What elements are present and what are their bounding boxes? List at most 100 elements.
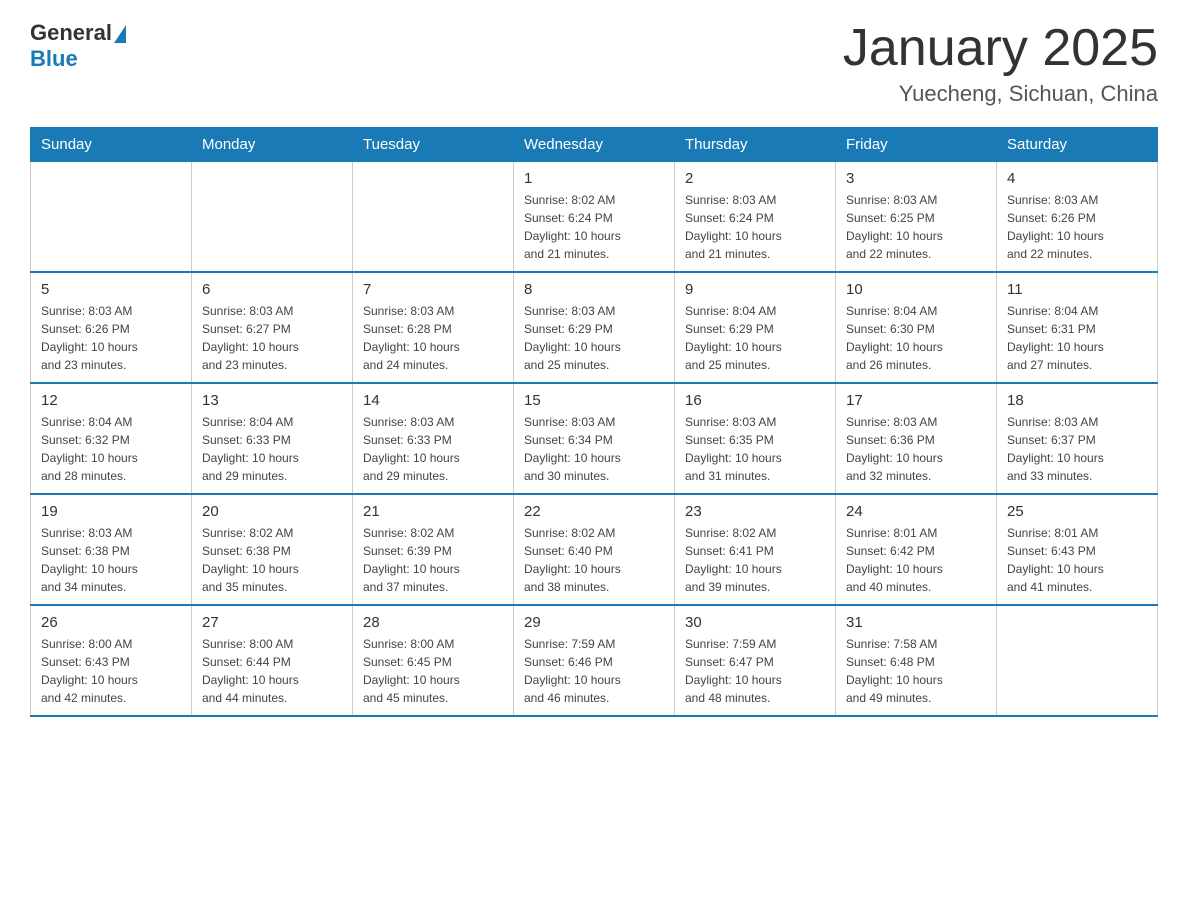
calendar-cell: 2 Sunrise: 8:03 AM Sunset: 6:24 PM Daylig…: [675, 162, 836, 273]
calendar-cell: 1 Sunrise: 8:02 AM Sunset: 6:24 PM Daylig…: [514, 162, 675, 273]
day-number: 29: [524, 614, 664, 631]
calendar-cell: 13Sunrise: 8:04 AM Sunset: 6:33 PM Dayli…: [192, 383, 353, 494]
day-info: Sunrise: 8:03 AM Sunset: 6:38 PM Dayligh…: [41, 524, 181, 596]
weekday-header-wednesday: Wednesday: [514, 128, 675, 162]
day-info: Sunrise: 8:03 AM Sunset: 6:28 PM Dayligh…: [363, 302, 503, 374]
calendar-cell: [192, 162, 353, 273]
calendar-cell: 16 Sunrise: 8:03 AM Sunset: 6:35 PM Dayli…: [675, 383, 836, 494]
day-info: Sunrise: 8:01 AM Sunset: 6:43 PM Dayligh…: [1007, 524, 1147, 596]
calendar-cell: 15 Sunrise: 8:03 AM Sunset: 6:34 PM Dayli…: [514, 383, 675, 494]
day-info: Sunrise: 8:02 AM Sunset: 6:41 PM Dayligh…: [685, 524, 825, 596]
day-info: Sunrise: 8:02 AM Sunset: 6:38 PM Dayligh…: [202, 524, 342, 596]
day-number: 5: [41, 281, 181, 298]
day-number: 28: [363, 614, 503, 631]
day-info: Sunrise: 8:00 AM Sunset: 6:43 PM Dayligh…: [41, 635, 181, 707]
day-number: 8: [524, 281, 664, 298]
calendar-cell: 12 Sunrise: 8:04 AM Sunset: 6:32 PM Dayli…: [31, 383, 192, 494]
weekday-header-saturday: Saturday: [997, 128, 1158, 162]
calendar-cell: 30Sunrise: 7:59 AM Sunset: 6:47 PM Dayli…: [675, 605, 836, 716]
day-info: Sunrise: 8:03 AM Sunset: 6:33 PM Dayligh…: [363, 413, 503, 485]
day-number: 22: [524, 503, 664, 520]
calendar-cell: 17 Sunrise: 8:03 AM Sunset: 6:36 PM Dayli…: [836, 383, 997, 494]
calendar-cell: 18Sunrise: 8:03 AM Sunset: 6:37 PM Dayli…: [997, 383, 1158, 494]
day-number: 24: [846, 503, 986, 520]
calendar-cell: 31 Sunrise: 7:58 AM Sunset: 6:48 PM Dayli…: [836, 605, 997, 716]
day-number: 14: [363, 392, 503, 409]
calendar-cell: [997, 605, 1158, 716]
day-info: Sunrise: 7:59 AM Sunset: 6:47 PM Dayligh…: [685, 635, 825, 707]
calendar-cell: 4Sunrise: 8:03 AM Sunset: 6:26 PM Daylig…: [997, 162, 1158, 273]
calendar-title: January 2025: [843, 20, 1158, 77]
calendar-table: SundayMondayTuesdayWednesdayThursdayFrid…: [30, 127, 1158, 717]
day-number: 10: [846, 281, 986, 298]
day-info: Sunrise: 8:03 AM Sunset: 6:29 PM Dayligh…: [524, 302, 664, 374]
calendar-cell: 21Sunrise: 8:02 AM Sunset: 6:39 PM Dayli…: [353, 494, 514, 605]
day-number: 18: [1007, 392, 1147, 409]
calendar-cell: 24 Sunrise: 8:01 AM Sunset: 6:42 PM Dayli…: [836, 494, 997, 605]
day-info: Sunrise: 8:04 AM Sunset: 6:32 PM Dayligh…: [41, 413, 181, 485]
calendar-week-row: 26Sunrise: 8:00 AM Sunset: 6:43 PM Dayli…: [31, 605, 1158, 716]
day-number: 7: [363, 281, 503, 298]
day-info: Sunrise: 7:59 AM Sunset: 6:46 PM Dayligh…: [524, 635, 664, 707]
calendar-cell: 3 Sunrise: 8:03 AM Sunset: 6:25 PM Daylig…: [836, 162, 997, 273]
day-number: 27: [202, 614, 342, 631]
calendar-cell: 22 Sunrise: 8:02 AM Sunset: 6:40 PM Dayli…: [514, 494, 675, 605]
calendar-cell: 6 Sunrise: 8:03 AM Sunset: 6:27 PM Daylig…: [192, 272, 353, 383]
day-info: Sunrise: 8:02 AM Sunset: 6:40 PM Dayligh…: [524, 524, 664, 596]
day-number: 16: [685, 392, 825, 409]
day-number: 6: [202, 281, 342, 298]
logo: General Blue: [30, 20, 126, 72]
calendar-week-row: 1 Sunrise: 8:02 AM Sunset: 6:24 PM Daylig…: [31, 162, 1158, 273]
day-number: 12: [41, 392, 181, 409]
day-number: 4: [1007, 170, 1147, 187]
day-info: Sunrise: 8:02 AM Sunset: 6:24 PM Dayligh…: [524, 191, 664, 263]
day-number: 19: [41, 503, 181, 520]
day-info: Sunrise: 8:01 AM Sunset: 6:42 PM Dayligh…: [846, 524, 986, 596]
day-info: Sunrise: 8:04 AM Sunset: 6:31 PM Dayligh…: [1007, 302, 1147, 374]
day-number: 2: [685, 170, 825, 187]
day-number: 17: [846, 392, 986, 409]
weekday-header-monday: Monday: [192, 128, 353, 162]
calendar-cell: [353, 162, 514, 273]
day-info: Sunrise: 8:03 AM Sunset: 6:34 PM Dayligh…: [524, 413, 664, 485]
calendar-cell: 29 Sunrise: 7:59 AM Sunset: 6:46 PM Dayli…: [514, 605, 675, 716]
day-number: 31: [846, 614, 986, 631]
calendar-week-row: 5Sunrise: 8:03 AM Sunset: 6:26 PM Daylig…: [31, 272, 1158, 383]
day-number: 1: [524, 170, 664, 187]
calendar-cell: [31, 162, 192, 273]
day-info: Sunrise: 8:03 AM Sunset: 6:35 PM Dayligh…: [685, 413, 825, 485]
title-block: January 2025 Yuecheng, Sichuan, China: [843, 20, 1158, 107]
day-info: Sunrise: 8:04 AM Sunset: 6:29 PM Dayligh…: [685, 302, 825, 374]
calendar-cell: 19 Sunrise: 8:03 AM Sunset: 6:38 PM Dayli…: [31, 494, 192, 605]
weekday-header-row: SundayMondayTuesdayWednesdayThursdayFrid…: [31, 128, 1158, 162]
day-info: Sunrise: 8:03 AM Sunset: 6:27 PM Dayligh…: [202, 302, 342, 374]
day-info: Sunrise: 8:03 AM Sunset: 6:25 PM Dayligh…: [846, 191, 986, 263]
calendar-cell: 20 Sunrise: 8:02 AM Sunset: 6:38 PM Dayli…: [192, 494, 353, 605]
day-info: Sunrise: 8:03 AM Sunset: 6:36 PM Dayligh…: [846, 413, 986, 485]
day-info: Sunrise: 7:58 AM Sunset: 6:48 PM Dayligh…: [846, 635, 986, 707]
calendar-cell: 5Sunrise: 8:03 AM Sunset: 6:26 PM Daylig…: [31, 272, 192, 383]
calendar-week-row: 12 Sunrise: 8:04 AM Sunset: 6:32 PM Dayli…: [31, 383, 1158, 494]
calendar-week-row: 19 Sunrise: 8:03 AM Sunset: 6:38 PM Dayli…: [31, 494, 1158, 605]
calendar-cell: 9Sunrise: 8:04 AM Sunset: 6:29 PM Daylig…: [675, 272, 836, 383]
day-info: Sunrise: 8:00 AM Sunset: 6:44 PM Dayligh…: [202, 635, 342, 707]
logo-triangle-icon: [114, 25, 126, 43]
weekday-header-friday: Friday: [836, 128, 997, 162]
day-info: Sunrise: 8:03 AM Sunset: 6:24 PM Dayligh…: [685, 191, 825, 263]
calendar-cell: 27 Sunrise: 8:00 AM Sunset: 6:44 PM Dayli…: [192, 605, 353, 716]
weekday-header-thursday: Thursday: [675, 128, 836, 162]
calendar-cell: 14 Sunrise: 8:03 AM Sunset: 6:33 PM Dayli…: [353, 383, 514, 494]
day-info: Sunrise: 8:00 AM Sunset: 6:45 PM Dayligh…: [363, 635, 503, 707]
day-number: 15: [524, 392, 664, 409]
day-number: 20: [202, 503, 342, 520]
logo-text-general: General: [30, 20, 112, 46]
calendar-subtitle: Yuecheng, Sichuan, China: [843, 81, 1158, 107]
page-header: General Blue January 2025 Yuecheng, Sich…: [30, 20, 1158, 107]
day-number: 11: [1007, 281, 1147, 298]
calendar-cell: 28 Sunrise: 8:00 AM Sunset: 6:45 PM Dayli…: [353, 605, 514, 716]
logo-text-blue: Blue: [30, 46, 78, 72]
day-number: 3: [846, 170, 986, 187]
day-number: 23: [685, 503, 825, 520]
day-number: 25: [1007, 503, 1147, 520]
day-info: Sunrise: 8:04 AM Sunset: 6:33 PM Dayligh…: [202, 413, 342, 485]
